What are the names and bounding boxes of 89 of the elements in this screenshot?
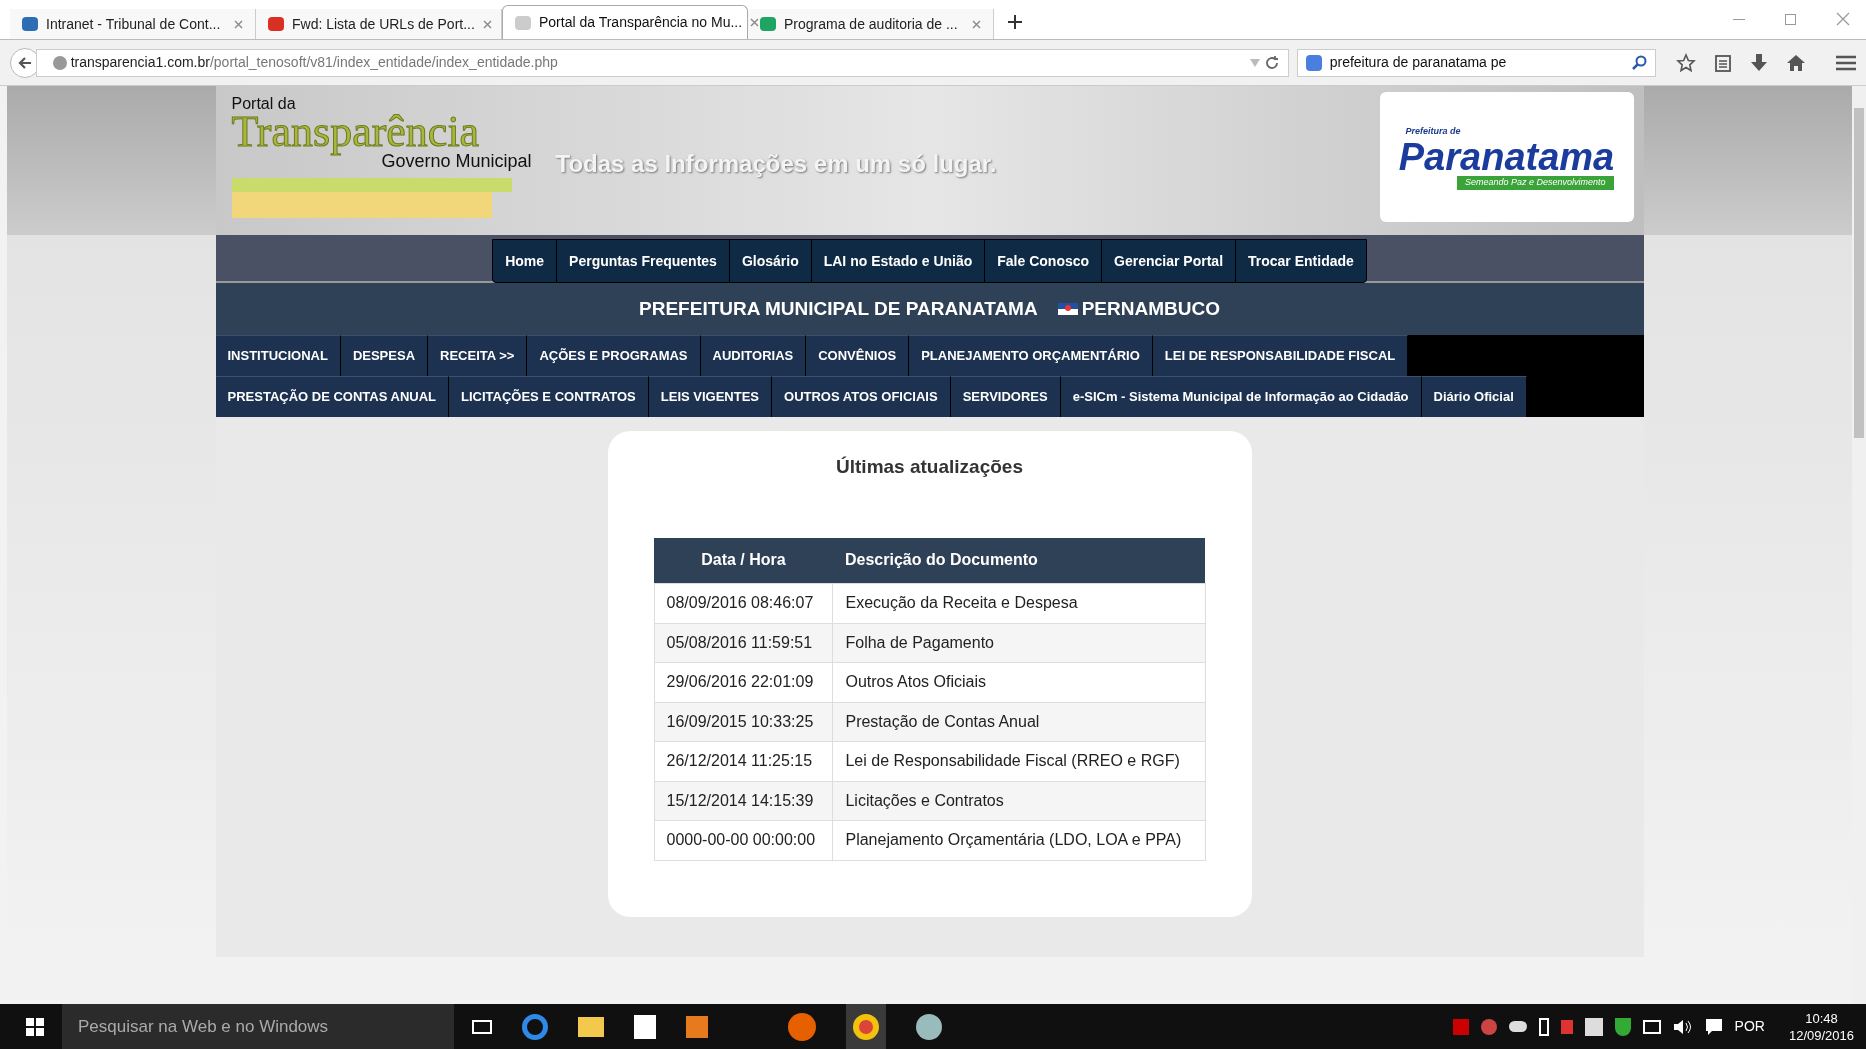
nav-link[interactable]: LAI no Estado e União <box>810 240 985 282</box>
portal-label: Portal da <box>231 96 297 112</box>
task-view-icon[interactable] <box>472 1019 492 1034</box>
new-tab-button[interactable] <box>1006 13 1024 31</box>
card-title: Últimas atualizações <box>836 455 1023 479</box>
search-field[interactable]: prefeitura de paranatama pe <box>1329 52 1623 73</box>
minimize-icon[interactable] <box>1733 18 1745 20</box>
document-cell: Prestação de Contas Anual <box>832 702 1205 742</box>
close-tab-icon[interactable] <box>750 18 760 27</box>
document-cell: Folha de Pagamento <box>832 623 1205 663</box>
clock[interactable]: 10:48 12/09/2016 <box>1788 1009 1854 1044</box>
logo-subtitle: Prefeitura de <box>1405 124 1461 138</box>
column-header: Descrição do Documento <box>832 537 1205 584</box>
language-indicator[interactable]: POR <box>1734 1016 1765 1037</box>
document-cell: Outros Atos Oficiais <box>832 662 1205 702</box>
column-header: Data / Hora <box>654 537 833 584</box>
menu-icon[interactable] <box>1836 54 1856 71</box>
tab-title: Intranet - Tribunal de Cont... <box>46 14 222 34</box>
clipboard-icon[interactable] <box>1714 52 1732 73</box>
star-icon[interactable] <box>1676 52 1696 73</box>
nav-link[interactable]: Home <box>493 240 557 282</box>
browser-tab[interactable]: Fwd: Lista de URLs de Port... <box>256 9 502 39</box>
favicon-icon <box>760 17 776 31</box>
menu-item[interactable]: INSTITUCIONAL <box>215 335 341 376</box>
date-cell: 15/12/2014 14:15:39 <box>654 781 833 821</box>
menu-item[interactable]: PLANEJAMENTO ORÇAMENTÁRIO <box>909 335 1153 376</box>
menu-item[interactable]: OUTROS ATOS OFICIAIS <box>772 376 951 417</box>
reload-icon[interactable] <box>1263 54 1280 71</box>
tab-title: Programa de auditoria de ... <box>784 14 959 34</box>
favicon-icon <box>515 15 531 30</box>
tagline: Todas as Informações em um só lugar. <box>555 149 997 181</box>
notification-icon[interactable] <box>1704 1017 1723 1036</box>
close-tab-icon[interactable] <box>482 19 492 29</box>
logo-name: Paranatama <box>1398 138 1615 176</box>
search-box[interactable]: prefeitura de paranatama pe <box>1296 48 1656 77</box>
back-arrow-icon[interactable] <box>16 54 33 71</box>
document-cell: Licitações e Contratos <box>832 781 1205 821</box>
portal-subtitle: Governo Municipal <box>381 152 532 170</box>
menu-item[interactable]: LEI DE RESPONSABILIDADE FISCAL <box>1152 335 1409 376</box>
menu-item[interactable]: PRESTAÇÃO DE CONTAS ANUAL <box>215 376 449 417</box>
date-cell: 16/09/2015 10:33:25 <box>654 702 833 742</box>
menu-item[interactable]: AÇÕES E PROGRAMAS <box>527 335 701 376</box>
date-cell: 08/09/2016 08:46:07 <box>654 583 833 623</box>
shield-icon[interactable] <box>1614 1017 1631 1036</box>
state-name: PERNAMBUCO <box>1081 296 1220 321</box>
date-cell: 05/08/2016 11:59:51 <box>654 623 833 663</box>
cloud-icon[interactable] <box>1508 1021 1527 1032</box>
windows-start-icon[interactable] <box>26 1017 44 1036</box>
url-text: transparencia1.com.br/portal_tenosoft/v81/index_entidade/index_entidade.php <box>70 53 558 72</box>
tray-icon[interactable] <box>1584 1017 1603 1036</box>
date-cell: 29/06/2016 22:01:09 <box>654 662 833 702</box>
menu-item[interactable]: LEIS VIGENTES <box>648 376 773 417</box>
nav-link[interactable]: Gerenciar Portal <box>1101 240 1235 282</box>
flag-icon <box>1057 303 1078 315</box>
menu-item[interactable]: e-SICm - Sistema Municipal de Informação ao Cidadão <box>1060 376 1422 417</box>
search-icon[interactable] <box>1631 54 1647 71</box>
menu-item[interactable]: DESPESA <box>340 335 429 376</box>
download-icon[interactable] <box>1750 52 1768 73</box>
menu-item[interactable]: CONVÊNIOS <box>806 335 910 376</box>
document-cell: Lei de Responsabilidade Fiscal (RREO e RGF) <box>832 741 1205 781</box>
home-icon[interactable] <box>1786 53 1806 72</box>
browser-tab[interactable]: Programa de auditoria de ... <box>748 9 994 39</box>
favicon-icon <box>268 17 284 31</box>
document-cell: Planejamento Orçamentária (LDO, LOA e PPA) <box>832 820 1205 860</box>
volume-icon[interactable] <box>1672 1018 1693 1035</box>
browser-tab[interactable]: Intranet - Tribunal de Cont... <box>10 9 256 39</box>
close-tab-icon[interactable] <box>972 19 981 29</box>
logo-motto: Semeando Paz e Desenvolvimento <box>1456 176 1614 190</box>
menu-item[interactable]: Diário Oficial <box>1421 376 1527 417</box>
nav-link[interactable]: Glosário <box>728 240 811 282</box>
entity-name: PREFEITURA MUNICIPAL DE PARANATAMA <box>639 296 1038 321</box>
tab-title: Portal da Transparência no Mu... <box>539 13 743 32</box>
menu-item[interactable]: LICITAÇÕES E CONTRATOS <box>449 376 649 417</box>
nav-link[interactable]: Fale Conosco <box>984 240 1102 282</box>
favicon-icon <box>22 17 38 31</box>
menu-item[interactable]: SERVIDORES <box>950 376 1061 417</box>
nav-link[interactable]: Trocar Entidade <box>1235 240 1366 282</box>
menu-item[interactable]: AUDITORIAS <box>700 335 807 376</box>
address-bar[interactable]: transparencia1.com.br/portal_tenosoft/v81/index_entidade/index_entidade.php <box>35 48 1289 77</box>
close-tab-icon[interactable] <box>234 19 243 29</box>
document-cell: Execução da Receita e Despesa <box>832 583 1205 623</box>
nav-link[interactable]: Perguntas Frequentes <box>556 240 729 282</box>
date-cell: 26/12/2014 11:25:15 <box>654 741 833 781</box>
taskbar-search-field[interactable]: Pesquisar na Web e no Windows <box>62 1004 454 1049</box>
date-cell: 0000-00-00 00:00:00 <box>654 820 833 860</box>
close-icon[interactable] <box>1836 12 1850 26</box>
tab-title: Fwd: Lista de URLs de Port... <box>292 14 475 34</box>
menu-item[interactable]: RECEITA >> <box>428 335 528 376</box>
restore-icon[interactable] <box>1785 13 1796 25</box>
